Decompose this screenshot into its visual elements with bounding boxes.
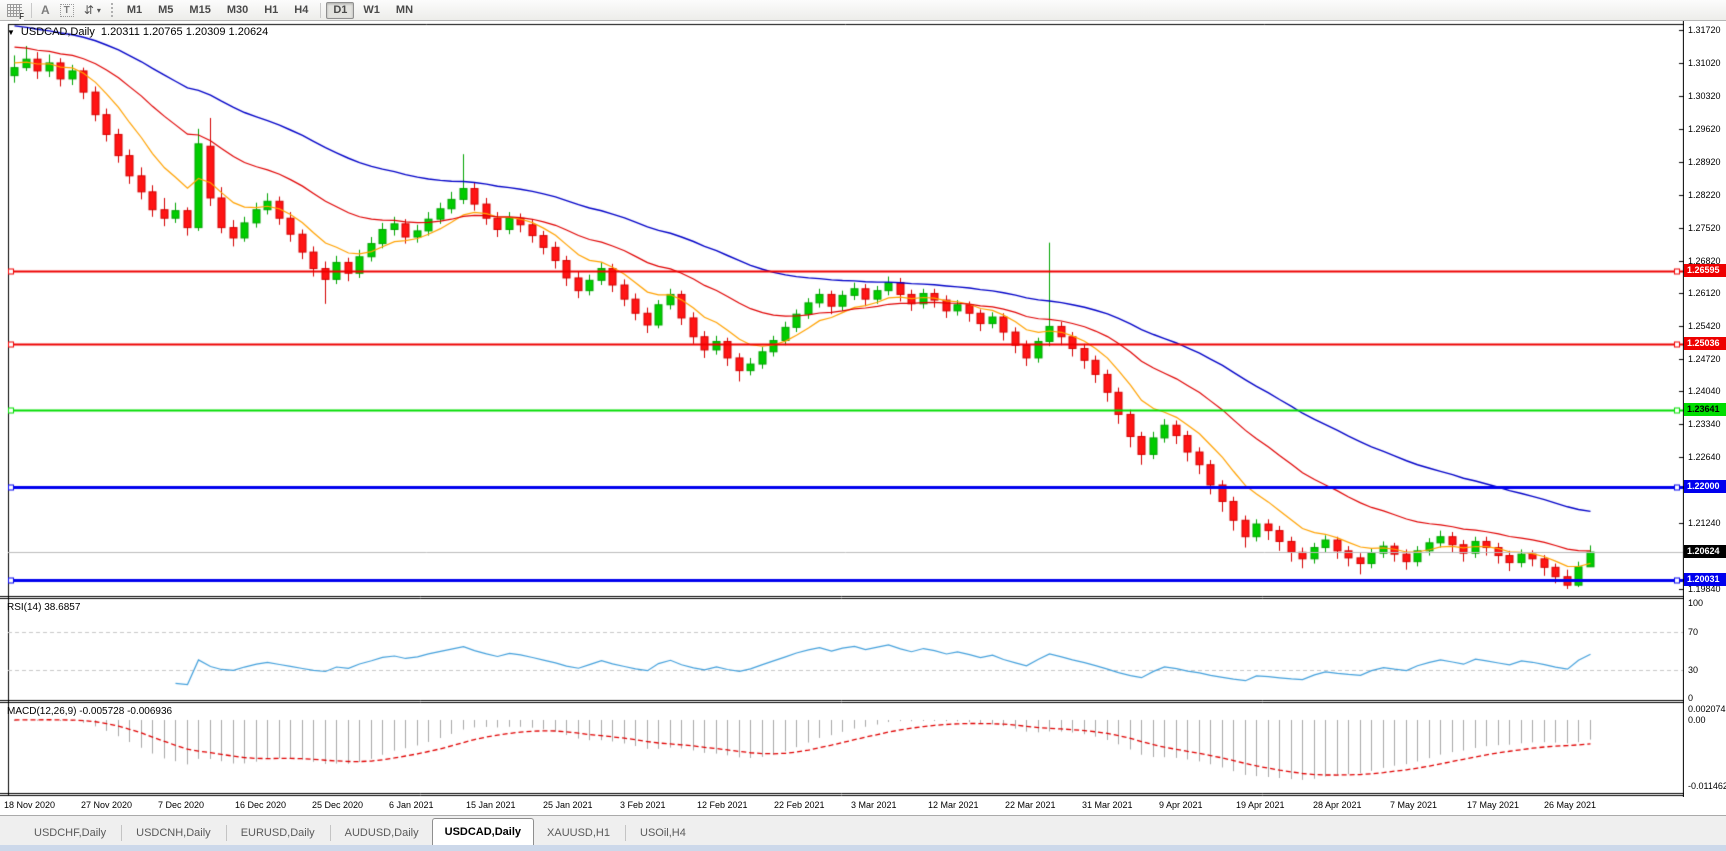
symbol-tab-eurusd[interactable]: EURUSD,Daily: [229, 821, 327, 845]
date-axis-label: 6 Jan 2021: [389, 800, 434, 810]
date-axis-label: 26 May 2021: [1544, 800, 1597, 810]
timeframe-button-m30[interactable]: M30: [220, 2, 255, 19]
macd-scale-min: -0.011462: [1688, 781, 1726, 791]
chart-window: ▼ USDCAD,Daily 1.20311 1.20765 1.20309 1…: [0, 21, 1726, 815]
timeframe-button-mn[interactable]: MN: [389, 2, 420, 19]
price-chart-canvas[interactable]: [0, 21, 1684, 815]
bottom-strip: [0, 845, 1726, 851]
toolbar-grip: [110, 3, 114, 17]
date-axis-label: 31 Mar 2021: [1082, 800, 1133, 810]
date-axis[interactable]: 18 Nov 2020 27 Nov 2020 7 Dec 2020 16 Dec 2…: [0, 797, 1684, 815]
date-axis-label: 16 Dec 2020: [235, 800, 287, 810]
price-tick-label: 1.31020: [1688, 58, 1721, 68]
price-tick-label: 1.21240: [1688, 518, 1721, 528]
timeframe-button-h4[interactable]: H4: [287, 2, 315, 19]
macd-scale-max: 0.002074: [1688, 704, 1726, 714]
tab-separator: [329, 825, 331, 841]
text-box-icon[interactable]: T: [56, 2, 78, 19]
symbol-tab-usoil[interactable]: USOil,H4: [628, 821, 698, 845]
hline-price-tag: 1.22000: [1684, 480, 1726, 493]
date-axis-label: 7 May 2021: [1390, 800, 1438, 810]
date-axis-label: 17 May 2021: [1467, 800, 1520, 810]
toolbar-separator: [320, 2, 322, 18]
timeframe-button-d1[interactable]: D1: [326, 1, 355, 19]
main-toolbar: F A T ⇵ ▾ M1 M5 M15 M30 H1 H4 D1 W1 MN: [0, 0, 1726, 21]
date-axis-label: 22 Feb 2021: [774, 800, 825, 810]
hline-price-tag: 1.25036: [1684, 337, 1726, 350]
tab-separator: [225, 825, 227, 841]
timeframe-button-w1[interactable]: W1: [356, 2, 387, 19]
timeframe-button-m1[interactable]: M1: [120, 2, 149, 19]
symbol-tab-audusd[interactable]: AUDUSD,Daily: [333, 821, 431, 845]
symbol-tab-usdcad[interactable]: USDCAD,Daily: [431, 818, 535, 845]
macd-scale-zero: 0.00: [1688, 715, 1706, 725]
price-tick-label: 1.29620: [1688, 124, 1721, 134]
collapse-chart-icon[interactable]: ▼: [7, 28, 15, 37]
toolbar-separator: [31, 2, 32, 18]
symbol-tab-bar: USDCHF,Daily USDCNH,Daily EURUSD,Daily AUDU…: [0, 815, 1726, 845]
indicator-grid-icon[interactable]: F: [3, 2, 26, 21]
date-axis-label: 7 Dec 2020: [158, 800, 205, 810]
date-axis-label: 25 Jan 2021: [543, 800, 593, 810]
chart-symbol-label: USDCAD,Daily: [20, 26, 95, 38]
timeframe-button-m15[interactable]: M15: [182, 2, 217, 19]
price-tick-label: 1.27520: [1688, 223, 1721, 233]
symbol-tab-usdcnh[interactable]: USDCNH,Daily: [124, 821, 223, 845]
date-axis-label: 27 Nov 2020: [81, 800, 133, 810]
rsi-scale-label: 100: [1688, 598, 1704, 608]
price-axis[interactable]: 1.31720 1.31020 1.30320 1.29620 1.28920 1.282…: [1684, 21, 1726, 815]
hline-price-tag: 1.26595: [1684, 264, 1726, 277]
price-tick-label: 1.24040: [1688, 386, 1721, 396]
symbol-tab-usdchf[interactable]: USDCHF,Daily: [22, 821, 118, 845]
date-axis-label: 3 Feb 2021: [620, 800, 666, 810]
price-tick-label: 1.24720: [1688, 354, 1721, 364]
date-axis-label: 15 Jan 2021: [466, 800, 516, 810]
price-tick-label: 1.28220: [1688, 190, 1721, 200]
rsi-indicator-label: RSI(14) 38.6857: [7, 602, 81, 613]
date-axis-label: 12 Feb 2021: [697, 800, 748, 810]
timeframe-button-h1[interactable]: H1: [257, 2, 285, 19]
chart-ohlc-values: 1.20311 1.20765 1.20309 1.20624: [100, 26, 269, 38]
tab-separator: [625, 825, 626, 841]
date-axis-label: 3 Mar 2021: [851, 800, 897, 810]
symbol-tab-xauusd[interactable]: XAUUSD,H1: [535, 821, 622, 845]
price-tick-label: 1.28920: [1688, 157, 1721, 167]
date-axis-label: 18 Nov 2020: [4, 800, 56, 810]
timeframe-button-m5[interactable]: M5: [151, 2, 180, 19]
date-axis-label: 28 Apr 2021: [1313, 800, 1362, 810]
date-axis-label: 19 Apr 2021: [1236, 800, 1285, 810]
chart-title: ▼ USDCAD,Daily 1.20311 1.20765 1.20309 1…: [7, 26, 268, 38]
rsi-scale-label: 70: [1688, 627, 1699, 637]
macd-indicator-label: MACD(12,26,9) -0.005728 -0.006936: [7, 706, 173, 717]
rsi-scale-label: 30: [1688, 665, 1699, 675]
current-price-tag: 1.20624: [1684, 545, 1726, 558]
price-tick-label: 1.25420: [1688, 321, 1721, 331]
hline-price-tag: 1.20031: [1684, 573, 1726, 586]
price-tick-label: 1.31720: [1688, 25, 1721, 35]
price-tick-label: 1.30320: [1688, 91, 1721, 101]
cursor-modes-icon[interactable]: ⇵ ▾: [80, 2, 105, 19]
price-tick-label: 1.23340: [1688, 419, 1721, 429]
date-axis-label: 22 Mar 2021: [1005, 800, 1056, 810]
dropdown-caret-icon[interactable]: ▾: [97, 6, 101, 15]
hline-price-tag: 1.23641: [1684, 403, 1726, 416]
date-axis-label: 12 Mar 2021: [928, 800, 979, 810]
date-axis-label: 25 Dec 2020: [312, 800, 364, 810]
price-tick-label: 1.26120: [1688, 288, 1721, 298]
date-axis-label: 9 Apr 2021: [1159, 800, 1203, 810]
tab-separator: [121, 825, 123, 841]
price-tick-label: 1.22640: [1688, 452, 1721, 462]
rsi-scale-label: 0: [1688, 693, 1694, 703]
text-annotation-icon[interactable]: A: [37, 2, 54, 19]
